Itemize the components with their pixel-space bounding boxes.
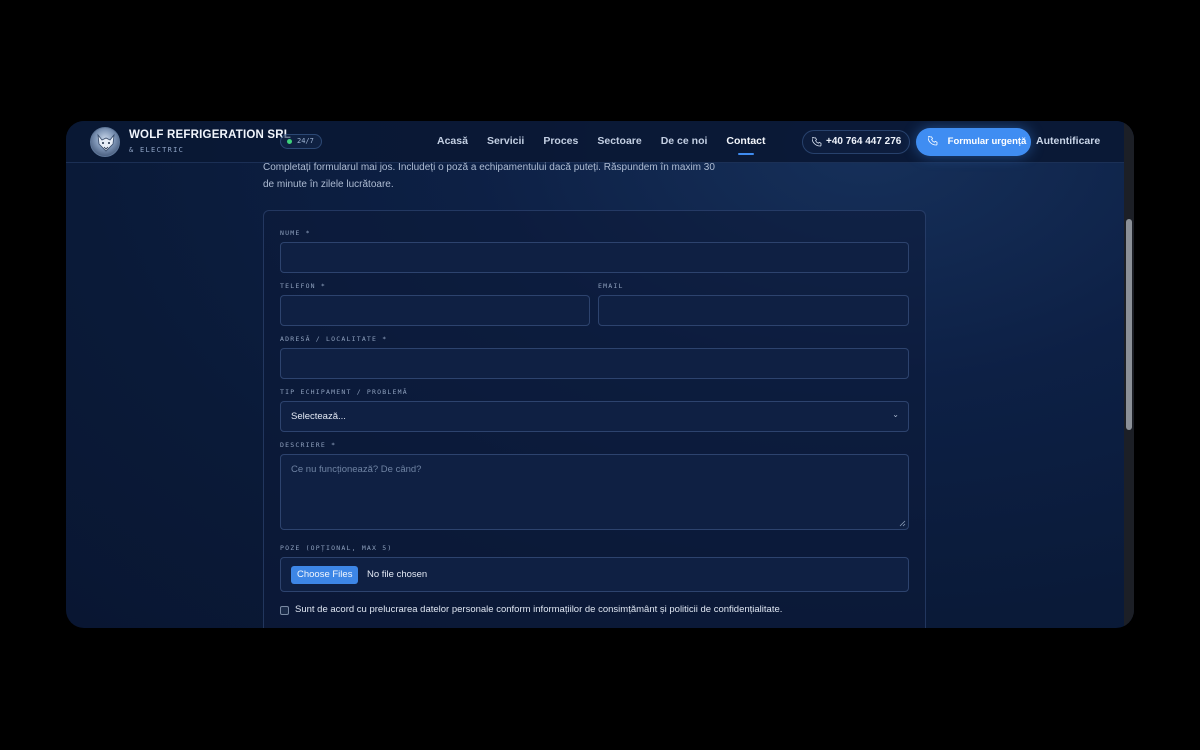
availability-badge: 24/7 <box>280 134 322 149</box>
consent-label[interactable]: Sunt de acord cu prelucrarea datelor per… <box>295 604 782 615</box>
wolf-logo-icon[interactable] <box>90 127 120 157</box>
online-status-icon <box>287 139 292 144</box>
brand-subtitle: & ELECTRIC <box>129 146 185 154</box>
nav-item-sectoare[interactable]: Sectoare <box>597 135 641 147</box>
brand-name[interactable]: WOLF REFRIGERATION SRL <box>129 129 291 141</box>
address-label: ADRESĂ / LOCALITATE * <box>280 335 388 343</box>
availability-badge-label: 24/7 <box>297 137 314 145</box>
main-nav: Acasă Servicii Proces Sectoare De ce noi… <box>437 135 785 155</box>
intro-line-2: de minute în zilele lucrătoare. <box>263 179 394 190</box>
resize-handle-icon[interactable] <box>899 520 906 527</box>
phone-number: +40 764 447 276 <box>826 136 902 147</box>
intro-text: Completați formularul mai jos. Includeți… <box>263 159 743 193</box>
browser-viewport: WOLF REFRIGERATION SRL & ELECTRIC 24/7 A… <box>66 121 1134 628</box>
description-textarea[interactable]: Ce nu funcționează? De când? <box>280 454 909 530</box>
equipment-select[interactable]: Selectează... ⌄ <box>280 401 909 432</box>
name-input[interactable] <box>280 242 909 273</box>
phone-button[interactable]: +40 764 447 276 <box>802 130 910 154</box>
phone-input[interactable] <box>280 295 590 326</box>
nav-item-acasa[interactable]: Acasă <box>437 135 468 147</box>
photos-label: POZE (OPȚIONAL, MAX 5) <box>280 544 393 552</box>
scrollbar-thumb[interactable] <box>1126 219 1132 430</box>
name-label: NUME * <box>280 229 311 237</box>
scrollbar[interactable] <box>1124 121 1134 628</box>
contact-form: NUME * TELEFON * EMAIL ADRESĂ / LOCALITA… <box>263 210 926 628</box>
nav-item-proces[interactable]: Proces <box>543 135 578 147</box>
site-header: WOLF REFRIGERATION SRL & ELECTRIC 24/7 A… <box>66 121 1124 163</box>
consent-checkbox[interactable] <box>280 606 289 615</box>
nav-item-contact[interactable]: Contact <box>726 135 766 155</box>
description-label: DESCRIERE * <box>280 441 337 449</box>
intro-line-1: Completați formularul mai jos. Includeți… <box>263 162 715 173</box>
equipment-select-value: Selectează... <box>291 411 346 422</box>
email-label: EMAIL <box>598 282 624 290</box>
address-input[interactable] <box>280 348 909 379</box>
chevron-down-icon: ⌄ <box>892 410 899 419</box>
urgent-form-button[interactable]: Formular urgență <box>916 128 1031 156</box>
urgent-form-label: Formular urgență <box>947 136 1027 147</box>
file-status: No file chosen <box>367 569 428 580</box>
nav-item-servicii[interactable]: Servicii <box>487 135 524 147</box>
login-link[interactable]: Autentificare <box>1036 135 1100 147</box>
equipment-label: TIP ECHIPAMENT / PROBLEMĂ <box>280 388 408 396</box>
nav-item-de-ce-noi[interactable]: De ce noi <box>661 135 708 147</box>
photos-file-input[interactable]: Choose Files No file chosen <box>280 557 909 592</box>
phone-icon <box>928 136 938 146</box>
email-input[interactable] <box>598 295 909 326</box>
phone-icon <box>812 137 822 147</box>
description-placeholder: Ce nu funcționează? De când? <box>291 464 422 475</box>
choose-files-button[interactable]: Choose Files <box>291 566 359 584</box>
phone-label: TELEFON * <box>280 282 327 290</box>
